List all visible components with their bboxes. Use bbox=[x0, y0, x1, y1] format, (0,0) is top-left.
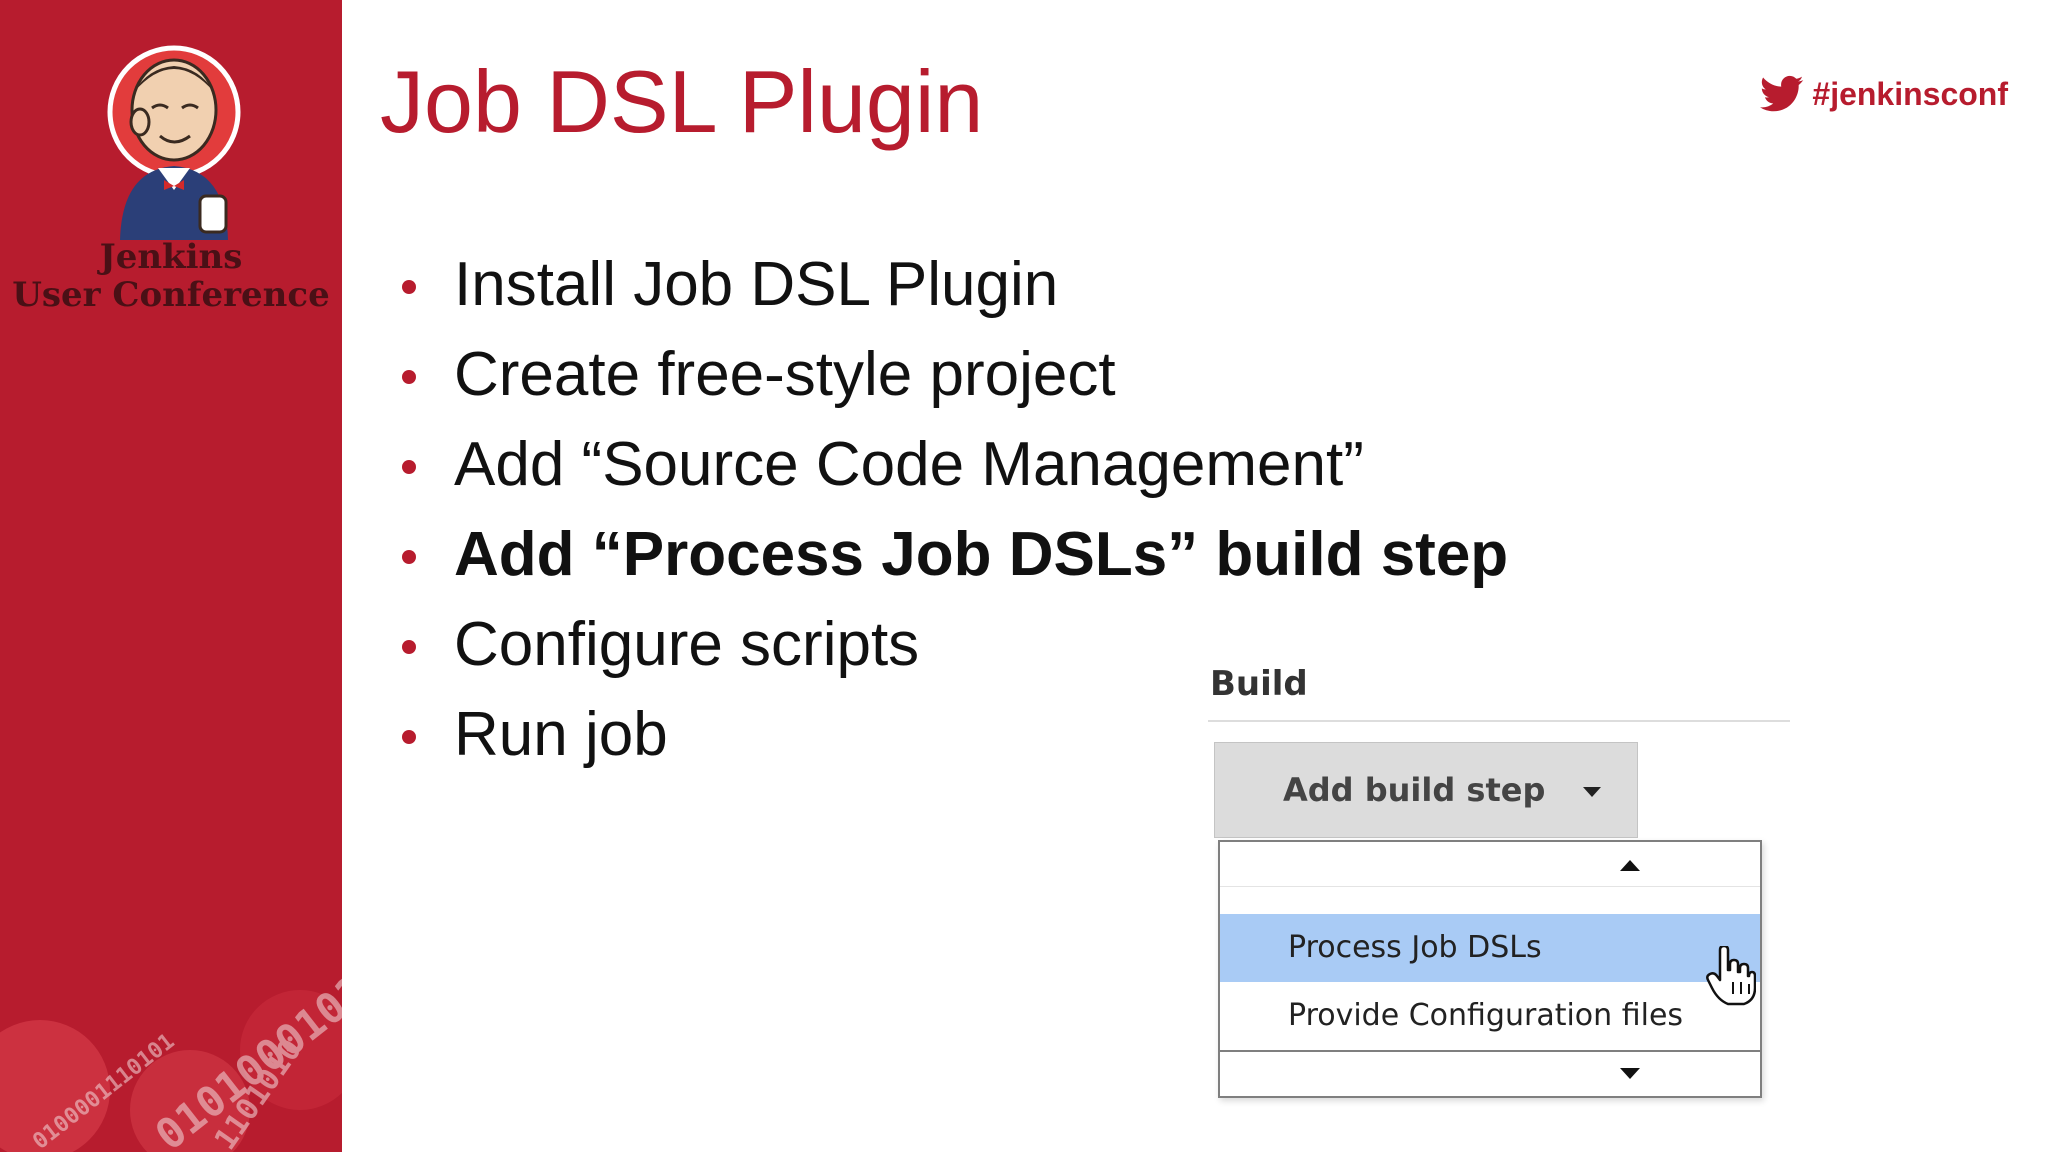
jenkins-butler-logo bbox=[107, 45, 241, 240]
build-step-dropdown[interactable]: Process Job DSLs Provide Configuration f… bbox=[1218, 840, 1762, 1098]
sidebar: Jenkins User Conference 0100001110101 01… bbox=[0, 0, 342, 1152]
add-build-step-label: Add build step bbox=[1283, 771, 1546, 809]
binary-digits-art: 0100001110101 0101000101 1101010 bbox=[0, 966, 342, 1152]
menu-item-process-job-dsls[interactable]: Process Job DSLs bbox=[1220, 914, 1760, 982]
bullet-item-emphasized: Add “Process Job DSLs” build step bbox=[398, 510, 1508, 600]
twitter-bird-icon bbox=[1760, 75, 1804, 112]
build-section-heading: Build bbox=[1210, 664, 1308, 704]
chevron-down-icon bbox=[1583, 787, 1601, 797]
arrow-up-icon bbox=[1620, 860, 1640, 871]
conference-title-line1: Jenkins bbox=[99, 237, 243, 277]
dropdown-scroll-down-button[interactable] bbox=[1220, 1050, 1760, 1096]
hashtag: #jenkinsconf bbox=[1760, 74, 2008, 114]
bullet-item: Add “Source Code Management” bbox=[398, 420, 1508, 510]
add-build-step-button[interactable]: Add build step bbox=[1214, 742, 1638, 838]
menu-item-provide-configuration-files[interactable]: Provide Configuration files bbox=[1220, 982, 1760, 1050]
bullet-item: Create free-style project bbox=[398, 330, 1508, 420]
bullet-item: Install Job DSL Plugin bbox=[398, 240, 1508, 330]
hand-pointer-icon bbox=[1706, 946, 1756, 1006]
slide-title: Job DSL Plugin bbox=[380, 52, 984, 151]
section-divider bbox=[1208, 720, 1790, 722]
dropdown-scroll-up-button[interactable] bbox=[1220, 842, 1760, 887]
build-panel: Build Add build step Process Job DSLs Pr… bbox=[1208, 660, 1800, 1100]
hashtag-text: #jenkinsconf bbox=[1812, 76, 2008, 112]
conference-title-line2: User Conference bbox=[12, 275, 330, 315]
arrow-down-icon bbox=[1620, 1068, 1640, 1079]
